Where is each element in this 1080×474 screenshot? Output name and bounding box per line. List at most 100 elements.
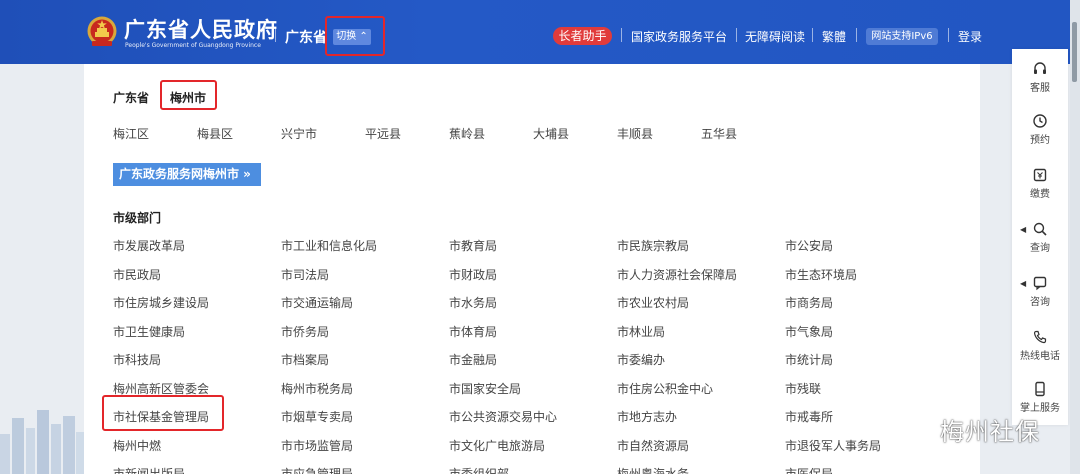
mobile-icon xyxy=(1035,381,1045,397)
department-link[interactable]: 市工业和信息化局 xyxy=(281,237,377,254)
department-link[interactable]: 市委编办 xyxy=(617,351,665,368)
sidebar-label: 缴费 xyxy=(1030,189,1050,200)
department-link[interactable]: 市侨务局 xyxy=(281,323,329,340)
customer-service-button[interactable]: 客服 xyxy=(1012,61,1068,94)
department-link[interactable]: 市司法局 xyxy=(281,266,329,283)
department-link[interactable]: 市应急管理局 xyxy=(281,465,353,474)
header-divider xyxy=(856,28,857,42)
district-link[interactable]: 兴宁市 xyxy=(281,125,317,142)
payment-icon xyxy=(1033,168,1047,182)
province-tab[interactable]: 广东省 xyxy=(113,89,149,106)
department-link[interactable]: 市地方志办 xyxy=(617,408,677,425)
department-link[interactable]: 市金融局 xyxy=(449,351,497,368)
sidebar-label: 客服 xyxy=(1030,83,1050,94)
district-link[interactable]: 梅江区 xyxy=(113,125,149,142)
department-link[interactable]: 市残联 xyxy=(785,380,821,397)
district-link[interactable]: 大埔县 xyxy=(533,125,569,142)
sidebar-label: 预约 xyxy=(1030,135,1050,146)
department-link[interactable]: 市人力资源社会保障局 xyxy=(617,266,737,283)
highlight-box-switch xyxy=(325,16,385,56)
department-link[interactable]: 市国家安全局 xyxy=(449,380,521,397)
caret-left-icon: ◀ xyxy=(1020,225,1027,234)
department-link[interactable]: 市体育局 xyxy=(449,323,497,340)
district-link[interactable]: 丰顺县 xyxy=(617,125,653,142)
department-link[interactable]: 市戒毒所 xyxy=(785,408,833,425)
traditional-chinese-link[interactable]: 繁體 xyxy=(822,28,846,45)
clock-icon xyxy=(1033,114,1047,128)
department-link[interactable]: 市新闻出版局 xyxy=(113,465,185,474)
chat-icon xyxy=(1033,276,1047,291)
department-link[interactable]: 市委组织部 xyxy=(449,465,509,474)
phone-icon xyxy=(1033,330,1047,344)
department-link[interactable]: 市发展改革局 xyxy=(113,237,185,254)
header-divider xyxy=(621,28,622,42)
sidebar-label: 热线电话 xyxy=(1020,351,1060,362)
department-link[interactable]: 市民族宗教局 xyxy=(617,237,689,254)
sidebar-label: 查询 xyxy=(1030,243,1050,254)
highlight-box-city xyxy=(160,80,217,110)
district-link[interactable]: 蕉岭县 xyxy=(449,125,485,142)
department-link[interactable]: 市退役军人事务局 xyxy=(785,437,881,454)
department-link[interactable]: 市教育局 xyxy=(449,237,497,254)
query-button[interactable]: ◀ 查询 xyxy=(1012,221,1068,254)
department-link[interactable]: 梅州市税务局 xyxy=(281,380,353,397)
department-link[interactable]: 市文化广电旅游局 xyxy=(449,437,545,454)
header-divider xyxy=(812,28,813,42)
department-link[interactable]: 市公安局 xyxy=(785,237,833,254)
department-link[interactable]: 市烟草专卖局 xyxy=(281,408,353,425)
national-emblem-icon[interactable] xyxy=(86,15,118,49)
header-divider xyxy=(275,28,276,42)
header-divider xyxy=(948,28,949,42)
wechat-icon xyxy=(899,415,935,442)
department-link[interactable]: 市统计局 xyxy=(785,351,833,368)
department-link[interactable]: 市自然资源局 xyxy=(617,437,689,454)
highlight-box-social-security xyxy=(102,395,224,431)
district-link[interactable]: 平远县 xyxy=(365,125,401,142)
login-link[interactable]: 登录 xyxy=(958,28,982,45)
department-link[interactable]: 市住房城乡建设局 xyxy=(113,294,209,311)
meizhou-service-banner[interactable]: 广东政务服务网梅州市 » xyxy=(113,163,261,186)
section-title: 市级部门 xyxy=(113,211,162,225)
current-province: 广东省 xyxy=(285,30,327,46)
department-link[interactable]: 市水务局 xyxy=(449,294,497,311)
city-skyline-illustration xyxy=(0,410,84,474)
department-link[interactable]: 市医保局 xyxy=(785,465,833,474)
national-platform-link[interactable]: 国家政务服务平台 xyxy=(631,28,727,45)
wechat-watermark: 梅州社保 xyxy=(898,408,1080,448)
watermark-text: 梅州社保 xyxy=(940,418,1040,446)
site-name[interactable]: 广东省人民政府 xyxy=(124,14,278,44)
appointment-button[interactable]: 预约 xyxy=(1012,113,1068,146)
district-link[interactable]: 梅县区 xyxy=(197,125,233,142)
department-link[interactable]: 市农业农村局 xyxy=(617,294,689,311)
consult-button[interactable]: ◀ 咨询 xyxy=(1012,275,1068,308)
department-link[interactable]: 市市场监管局 xyxy=(281,437,353,454)
department-link[interactable]: 梅州粤海水务 xyxy=(617,465,689,474)
district-link[interactable]: 五华县 xyxy=(701,125,737,142)
scrollbar-thumb[interactable] xyxy=(1072,22,1077,82)
department-link[interactable]: 市档案局 xyxy=(281,351,329,368)
site-name-english: People's Government of Guangdong Provinc… xyxy=(125,42,261,49)
department-link[interactable]: 市交通运输局 xyxy=(281,294,353,311)
department-link[interactable]: 市科技局 xyxy=(113,351,161,368)
department-link[interactable]: 市气象局 xyxy=(785,323,833,340)
accessibility-link[interactable]: 无障碍阅读 xyxy=(745,28,805,45)
top-header: 广东省人民政府 People's Government of Guangdong… xyxy=(0,0,1080,64)
ipv6-badge: 网站支持IPv6 xyxy=(866,28,938,45)
department-link[interactable]: 市住房公积金中心 xyxy=(617,380,713,397)
department-link[interactable]: 市公共资源交易中心 xyxy=(449,408,557,425)
sidebar-label: 咨询 xyxy=(1030,297,1050,308)
payment-button[interactable]: 缴费 xyxy=(1012,167,1068,200)
department-link[interactable]: 市民政局 xyxy=(113,266,161,283)
department-link[interactable]: 市卫生健康局 xyxy=(113,323,185,340)
header-divider xyxy=(736,28,737,42)
hotline-button[interactable]: 热线电话 xyxy=(1012,329,1068,362)
region-dropdown-panel: 广东省 梅州市 梅江区 梅县区 兴宁市 平远县 蕉岭县 大埔县 丰顺县 五华县 … xyxy=(84,64,980,474)
elder-assistant-button[interactable]: 长者助手 xyxy=(553,27,612,45)
headset-icon xyxy=(1034,62,1046,74)
caret-left-icon: ◀ xyxy=(1020,279,1027,288)
department-link[interactable]: 梅州中燃 xyxy=(113,437,161,454)
department-link[interactable]: 市林业局 xyxy=(617,323,665,340)
department-link[interactable]: 市财政局 xyxy=(449,266,497,283)
department-link[interactable]: 市生态环境局 xyxy=(785,266,857,283)
department-link[interactable]: 市商务局 xyxy=(785,294,833,311)
